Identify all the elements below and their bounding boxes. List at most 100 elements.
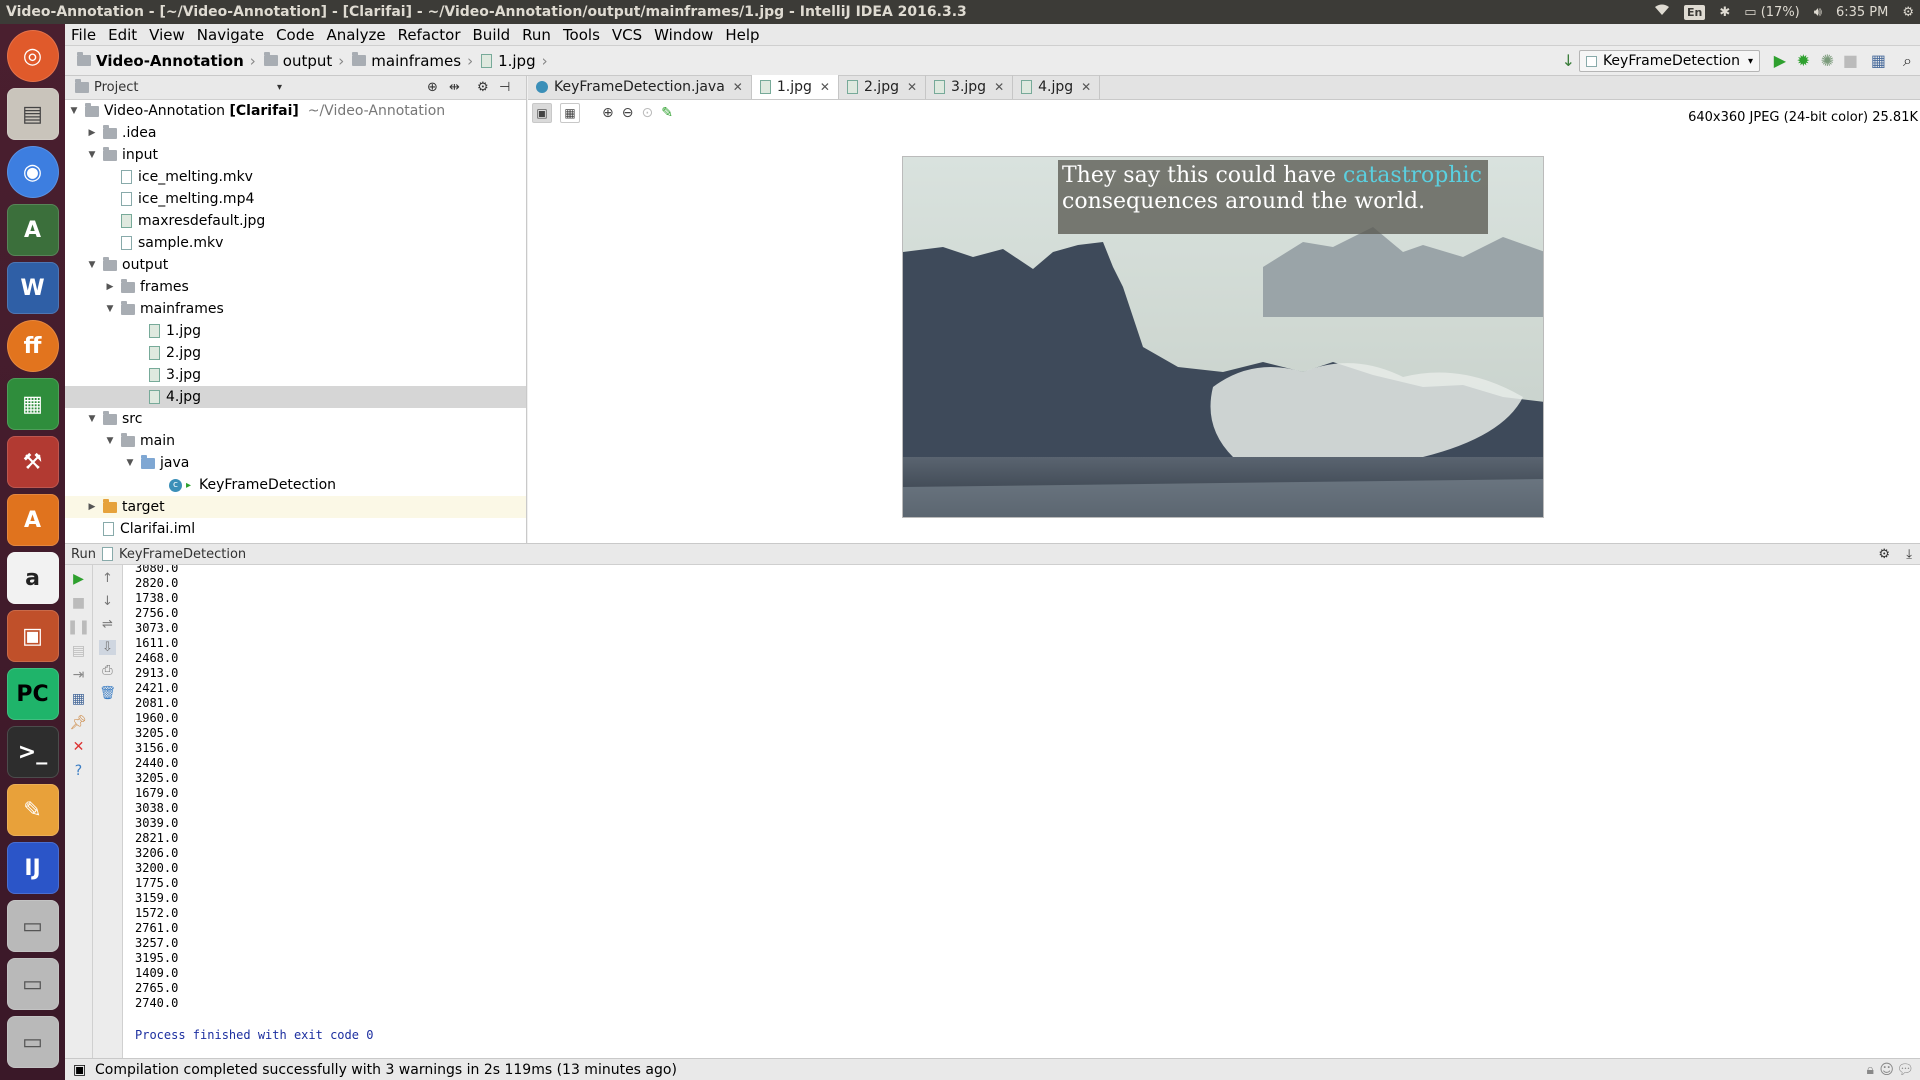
text-editor-icon[interactable]: ✎ <box>6 784 59 836</box>
breadcrumb-project[interactable]: Video-Annotation › <box>73 52 260 70</box>
project-panel-title[interactable]: Project <box>94 80 138 95</box>
tree-item-java[interactable]: ▼ java <box>65 452 526 474</box>
terminal-icon[interactable]: >_ <box>6 726 59 778</box>
tree-item-mainframes[interactable]: ▼ mainframes <box>65 298 526 320</box>
help-icon[interactable]: ? <box>75 763 82 779</box>
settings-gear-icon[interactable]: ⚙ <box>1878 547 1890 562</box>
print-icon[interactable]: ⎙ <box>102 663 112 678</box>
tab-2-jpg[interactable]: 2.jpg ✕ <box>839 75 927 99</box>
menu-window[interactable]: Window <box>648 26 719 44</box>
soft-wrap-icon[interactable]: ⇌ <box>102 617 113 632</box>
amazon-icon[interactable]: a <box>6 552 59 604</box>
libreoffice-impress-icon[interactable]: ▣ <box>6 610 59 662</box>
zoom-out-icon[interactable]: ⊖ <box>622 105 634 121</box>
system-settings-gear-icon[interactable]: ⚙ <box>1902 5 1914 20</box>
tree-item-file[interactable]: 1.jpg <box>65 320 526 342</box>
expand-arrow-icon[interactable]: ▶ <box>85 502 99 512</box>
menu-navigate[interactable]: Navigate <box>191 26 270 44</box>
tree-item-class[interactable]: c ▸ KeyFrameDetection <box>65 474 526 496</box>
menu-vcs[interactable]: VCS <box>606 26 648 44</box>
close-icon[interactable]: ✕ <box>907 80 917 94</box>
search-everywhere-icon[interactable]: ⌕ <box>1903 51 1912 71</box>
tree-item-main[interactable]: ▼ main <box>65 430 526 452</box>
tree-item-target[interactable]: ▶ target <box>65 496 526 518</box>
lock-icon[interactable]: 🔒︎ <box>1867 1062 1874 1078</box>
actual-size-icon[interactable]: ⊙ <box>641 105 653 121</box>
restore-layout-icon[interactable]: ▦ <box>72 691 85 707</box>
files-icon[interactable]: ▤ <box>6 88 59 140</box>
close-icon[interactable]: ✕ <box>1081 80 1091 94</box>
menu-file[interactable]: File <box>65 26 102 44</box>
tree-item-file[interactable]: ice_melting.mp4 <box>65 188 526 210</box>
ubuntu-dash-icon[interactable]: ◎ <box>6 30 59 82</box>
arrow-up-icon[interactable]: ↑ <box>102 571 113 586</box>
tree-item-file[interactable]: maxresdefault.jpg <box>65 210 526 232</box>
firefox-icon[interactable]: ff <box>6 320 59 372</box>
zoom-in-icon[interactable]: ⊕ <box>602 105 614 121</box>
project-structure-icon[interactable]: ▦ <box>1871 51 1886 70</box>
tree-item-idea[interactable]: ▶ .idea <box>65 122 526 144</box>
tab-keyframedetection-java[interactable]: KeyFrameDetection.java ✕ <box>528 75 752 99</box>
menu-view[interactable]: View <box>143 26 191 44</box>
tab-1-jpg[interactable]: 1.jpg ✕ <box>751 75 839 99</box>
volume-icon[interactable]: 🔊︎ <box>1814 5 1822 20</box>
tree-item-file-selected[interactable]: 4.jpg <box>65 386 526 408</box>
libreoffice-calc-icon[interactable]: ▦ <box>6 378 59 430</box>
dump-threads-icon[interactable]: ▤ <box>72 643 85 659</box>
pause-icon[interactable]: ❚❚ <box>67 619 90 635</box>
breadcrumb-output[interactable]: output › <box>260 52 348 70</box>
tree-item-file[interactable]: 2.jpg <box>65 342 526 364</box>
coverage-icon[interactable]: ✺ <box>1821 51 1834 70</box>
status-message[interactable]: Compilation completed successfully with … <box>95 1062 677 1078</box>
menu-code[interactable]: Code <box>270 26 320 44</box>
scroll-to-end-icon[interactable]: ⇩ <box>99 640 116 655</box>
expand-arrow-icon[interactable]: ▼ <box>103 304 117 314</box>
run-icon[interactable]: ▶ <box>1774 51 1786 70</box>
drive-icon[interactable]: ▭ <box>6 958 59 1010</box>
close-icon[interactable]: ✕ <box>73 739 85 755</box>
drive-icon[interactable]: ▭ <box>6 1016 59 1068</box>
breadcrumb-mainframes[interactable]: mainframes › <box>348 52 477 70</box>
tree-item-root[interactable]: ▼ Video-Annotation [Clarifai] ~/Video-An… <box>65 100 526 122</box>
tree-item-file[interactable]: sample.mkv <box>65 232 526 254</box>
system-settings-icon[interactable]: ⚒ <box>6 436 59 488</box>
menu-tools[interactable]: Tools <box>557 26 606 44</box>
menu-run[interactable]: Run <box>516 26 557 44</box>
color-picker-icon[interactable]: ✎ <box>661 105 673 121</box>
run-tab-label[interactable]: KeyFrameDetection <box>119 547 246 562</box>
tree-item-input[interactable]: ▼ input <box>65 144 526 166</box>
menu-help[interactable]: Help <box>719 26 765 44</box>
menu-edit[interactable]: Edit <box>102 26 143 44</box>
intellij-idea-icon[interactable]: IJ <box>6 842 59 894</box>
expand-arrow-icon[interactable]: ▼ <box>67 106 81 116</box>
drive-icon[interactable]: ▭ <box>6 900 59 952</box>
tree-item-file[interactable]: ice_melting.mkv <box>65 166 526 188</box>
expand-arrow-icon[interactable]: ▼ <box>85 260 99 270</box>
menu-analyze[interactable]: Analyze <box>320 26 391 44</box>
build-project-icon[interactable]: ↓ <box>1562 51 1575 70</box>
chrome-icon[interactable]: ◉ <box>6 146 59 198</box>
tab-4-jpg[interactable]: 4.jpg ✕ <box>1013 75 1101 99</box>
menu-refactor[interactable]: Refactor <box>392 26 467 44</box>
expand-arrow-icon[interactable]: ▶ <box>85 128 99 138</box>
pycharm-icon[interactable]: PC <box>6 668 59 720</box>
exit-icon[interactable]: ⇥ <box>73 667 85 683</box>
wifi-icon[interactable] <box>1654 4 1670 20</box>
tree-item-iml[interactable]: Clarifai.iml <box>65 518 526 540</box>
arrow-down-icon[interactable]: ↓ <box>102 594 113 609</box>
clear-all-icon[interactable]: 🗑︎ <box>99 686 116 701</box>
keyboard-layout-indicator[interactable]: En <box>1684 4 1706 20</box>
close-icon[interactable]: ✕ <box>994 80 1004 94</box>
rerun-icon[interactable]: ▶ <box>73 571 84 587</box>
scroll-from-source-icon[interactable]: ⊕ <box>427 80 438 95</box>
libreoffice-writer-icon[interactable]: W <box>6 262 59 314</box>
toggle-grid-icon[interactable]: ▦ <box>560 103 580 123</box>
expand-arrow-icon[interactable]: ▼ <box>85 150 99 160</box>
settings-gear-icon[interactable]: ⚙ <box>477 80 489 95</box>
tree-item-src[interactable]: ▼ src <box>65 408 526 430</box>
expand-arrow-icon[interactable]: ▼ <box>85 414 99 424</box>
software-center-icon[interactable]: A <box>6 494 59 546</box>
expand-arrow-icon[interactable]: ▼ <box>103 436 117 446</box>
bluetooth-icon[interactable]: ✱ <box>1719 5 1730 20</box>
battery-indicator[interactable]: ▭ (17%) <box>1744 5 1799 20</box>
